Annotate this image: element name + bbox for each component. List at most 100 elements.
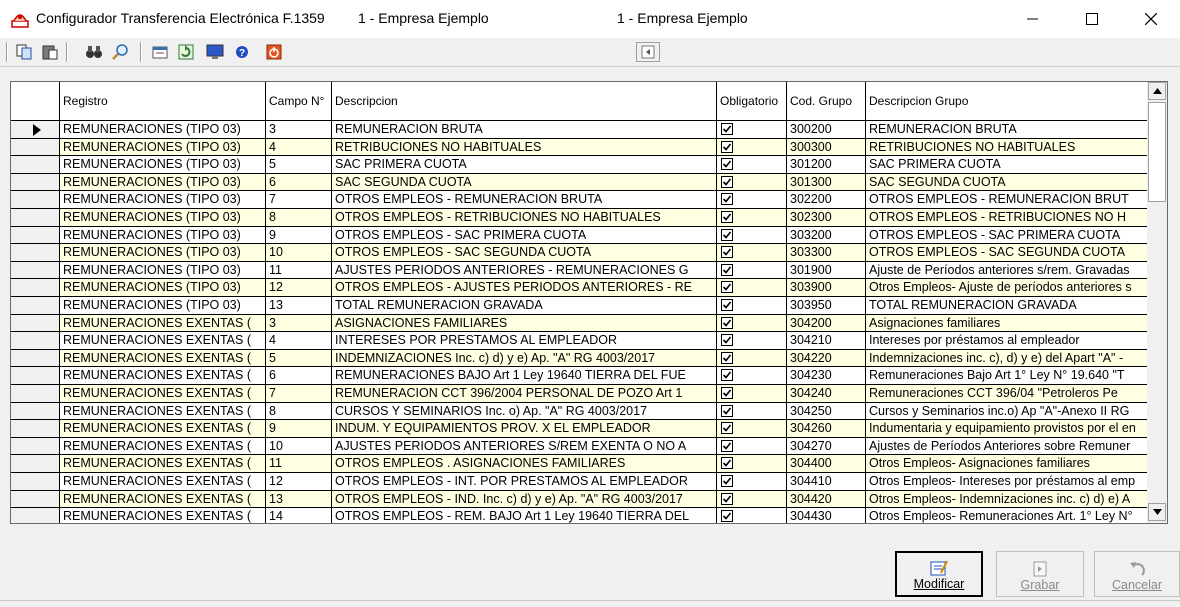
- cell-campo[interactable]: 7: [266, 191, 332, 209]
- table-row[interactable]: REMUNERACIONES (TIPO 03) 8 OTROS EMPLEOS -…: [11, 209, 1147, 227]
- cell-cod-grupo[interactable]: 302200: [787, 191, 866, 209]
- cell-registro[interactable]: REMUNERACIONES (TIPO 03): [60, 121, 266, 139]
- table-row[interactable]: REMUNERACIONES EXENTAS (10 AJUSTES PERIOD…: [11, 437, 1147, 456]
- table-row[interactable]: REMUNERACIONES EXENTAS (13 OTROS EMPLEOS …: [11, 490, 1147, 509]
- cell-registro[interactable]: REMUNERACIONES EXENTAS (: [60, 367, 266, 385]
- obligatorio-checkbox[interactable]: [721, 140, 733, 153]
- cell-cod-grupo[interactable]: 304260: [787, 420, 866, 438]
- cell-campo[interactable]: 12: [266, 473, 332, 491]
- cell-descripcion[interactable]: ASIGNACIONES FAMILIARES: [332, 314, 717, 333]
- cell-cod-grupo[interactable]: 304430: [787, 508, 866, 523]
- row-indicator[interactable]: [11, 349, 60, 368]
- row-indicator[interactable]: [11, 173, 60, 192]
- header-descripcion-grupo[interactable]: Descripcion Grupo: [866, 82, 1147, 121]
- cell-campo[interactable]: 13: [266, 297, 332, 315]
- cell-campo[interactable]: 6: [266, 367, 332, 385]
- cell-campo[interactable]: 10: [266, 437, 332, 456]
- monitor-button[interactable]: [205, 42, 225, 62]
- table-row[interactable]: REMUNERACIONES EXENTAS (12 OTROS EMPLEOS …: [11, 473, 1147, 491]
- cell-cod-grupo[interactable]: 301300: [787, 173, 866, 192]
- cell-descripcion[interactable]: OTROS EMPLEOS - SAC SEGUNDA CUOTA: [332, 244, 717, 262]
- cell-descripcion[interactable]: SAC PRIMERA CUOTA: [332, 156, 717, 174]
- back-button[interactable]: [636, 42, 660, 62]
- cell-campo[interactable]: 11: [266, 261, 332, 280]
- cell-descripcion-grupo[interactable]: OTROS EMPLEOS - SAC PRIMERA CUOTA: [866, 227, 1147, 245]
- cell-descripcion-grupo[interactable]: RETRIBUCIONES NO HABITUALES: [866, 139, 1147, 157]
- row-indicator[interactable]: [11, 244, 60, 262]
- cell-descripcion[interactable]: INDEMNIZACIONES Inc. c) d) y e) Ap. "A" …: [332, 349, 717, 368]
- cell-descripcion-grupo[interactable]: Indemnizaciones inc. c), d) y e) del Apa…: [866, 350, 1147, 368]
- table-row[interactable]: REMUNERACIONES EXENTAS (7 REMUNERACION CC…: [11, 385, 1147, 403]
- row-indicator[interactable]: [11, 473, 60, 491]
- cell-cod-grupo[interactable]: 303900: [787, 279, 866, 297]
- cell-descripcion[interactable]: OTROS EMPLEOS - AJUSTES PERIODOS ANTERIO…: [332, 279, 717, 297]
- obligatorio-checkbox[interactable]: [721, 263, 733, 276]
- obligatorio-checkbox[interactable]: [721, 492, 733, 505]
- cell-descripcion-grupo[interactable]: REMUNERACION BRUTA: [866, 121, 1147, 139]
- cell-registro[interactable]: REMUNERACIONES (TIPO 03): [60, 191, 266, 209]
- table-row[interactable]: REMUNERACIONES EXENTAS (5 INDEMNIZACIONES…: [11, 349, 1147, 368]
- cell-registro[interactable]: REMUNERACIONES (TIPO 03): [60, 209, 266, 227]
- cell-cod-grupo[interactable]: 302300: [787, 209, 866, 227]
- cell-registro[interactable]: REMUNERACIONES (TIPO 03): [60, 226, 266, 245]
- cell-descripcion[interactable]: CURSOS Y SEMINARIOS Inc. o) Ap. "A" RG 4…: [332, 402, 717, 421]
- cell-registro[interactable]: REMUNERACIONES EXENTAS (: [60, 490, 266, 509]
- obligatorio-checkbox[interactable]: [721, 510, 733, 523]
- cell-registro[interactable]: REMUNERACIONES (TIPO 03): [60, 244, 266, 262]
- cell-descripcion[interactable]: REMUNERACION CCT 396/2004 PERSONAL DE PO…: [332, 385, 717, 403]
- cell-campo[interactable]: 12: [266, 279, 332, 297]
- obligatorio-checkbox[interactable]: [721, 387, 733, 399]
- cell-descripcion[interactable]: OTROS EMPLEOS - INT. POR PRESTAMOS AL EM…: [332, 473, 717, 491]
- cell-descripcion[interactable]: OTROS EMPLEOS - REMUNERACION BRUTA: [332, 191, 717, 209]
- table-row[interactable]: REMUNERACIONES (TIPO 03) 10 OTROS EMPLEOS …: [11, 244, 1147, 262]
- table-row[interactable]: REMUNERACIONES (TIPO 03) 13 TOTAL REMUNERA…: [11, 297, 1147, 315]
- row-indicator[interactable]: [11, 279, 60, 297]
- table-row[interactable]: REMUNERACIONES EXENTAS (9 INDUM. Y EQUIPA…: [11, 420, 1147, 438]
- cell-cod-grupo[interactable]: 303200: [787, 226, 866, 245]
- cell-registro[interactable]: REMUNERACIONES EXENTAS (: [60, 385, 266, 403]
- cell-registro[interactable]: REMUNERACIONES (TIPO 03): [60, 138, 266, 157]
- cell-cod-grupo[interactable]: 304220: [787, 349, 866, 368]
- cell-registro[interactable]: REMUNERACIONES (TIPO 03): [60, 173, 266, 192]
- cell-registro[interactable]: REMUNERACIONES EXENTAS (: [60, 349, 266, 368]
- cell-descripcion-grupo[interactable]: Otros Empleos- Indemnizaciones inc. c) d…: [866, 491, 1147, 509]
- refresh-button[interactable]: [176, 42, 196, 62]
- cell-descripcion-grupo[interactable]: Ajustes de Períodos Anteriores sobre Rem…: [866, 438, 1147, 456]
- row-indicator[interactable]: [11, 314, 60, 333]
- cell-campo[interactable]: 11: [266, 455, 332, 473]
- cell-registro[interactable]: REMUNERACIONES (TIPO 03): [60, 156, 266, 174]
- cell-cod-grupo[interactable]: 304200: [787, 314, 866, 333]
- table-row[interactable]: REMUNERACIONES EXENTAS (4 INTERESES POR P…: [11, 332, 1147, 350]
- cell-descripcion-grupo[interactable]: Otros Empleos- Remuneraciones Art. 1° Le…: [866, 508, 1147, 523]
- row-indicator[interactable]: [11, 437, 60, 456]
- cell-descripcion-grupo[interactable]: Asignaciones familiares: [866, 315, 1147, 333]
- row-indicator[interactable]: [11, 191, 60, 209]
- cell-registro[interactable]: REMUNERACIONES EXENTAS (: [60, 508, 266, 523]
- filter-button[interactable]: [150, 42, 170, 62]
- cell-cod-grupo[interactable]: 300300: [787, 138, 866, 157]
- cell-descripcion-grupo[interactable]: TOTAL REMUNERACION GRAVADA: [866, 297, 1147, 315]
- cell-descripcion-grupo[interactable]: Cursos y Seminarios inc.o) Ap "A"-Anexo …: [866, 403, 1147, 421]
- table-row[interactable]: REMUNERACIONES (TIPO 03) 9 OTROS EMPLEOS -…: [11, 226, 1147, 245]
- cell-descripcion-grupo[interactable]: SAC PRIMERA CUOTA: [866, 156, 1147, 174]
- obligatorio-checkbox[interactable]: [721, 334, 733, 347]
- row-indicator[interactable]: [11, 420, 60, 438]
- cell-campo[interactable]: 6: [266, 173, 332, 192]
- cell-cod-grupo[interactable]: 304410: [787, 473, 866, 491]
- search-button[interactable]: [110, 42, 130, 62]
- row-indicator[interactable]: [11, 367, 60, 385]
- cell-descripcion[interactable]: OTROS EMPLEOS - SAC PRIMERA CUOTA: [332, 226, 717, 245]
- cell-descripcion[interactable]: REMUNERACION BRUTA: [332, 121, 717, 139]
- row-indicator[interactable]: [11, 226, 60, 245]
- cell-cod-grupo[interactable]: 304420: [787, 490, 866, 509]
- cell-descripcion-grupo[interactable]: OTROS EMPLEOS - RETRIBUCIONES NO H: [866, 209, 1147, 227]
- cell-registro[interactable]: REMUNERACIONES EXENTAS (: [60, 455, 266, 473]
- row-indicator[interactable]: [11, 261, 60, 280]
- maximize-button[interactable]: [1069, 0, 1115, 38]
- cell-cod-grupo[interactable]: 304250: [787, 402, 866, 421]
- header-descripcion[interactable]: Descripcion: [332, 82, 717, 121]
- row-indicator[interactable]: [11, 385, 60, 403]
- obligatorio-checkbox[interactable]: [721, 369, 733, 382]
- scroll-down-button[interactable]: [1148, 503, 1166, 521]
- row-indicator[interactable]: [11, 508, 60, 523]
